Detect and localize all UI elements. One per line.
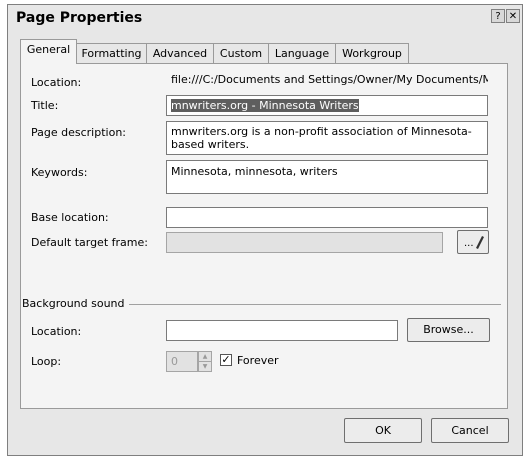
pencil-icon: ...: [464, 236, 484, 249]
title-label: Title:: [31, 99, 59, 112]
tab-formatting[interactable]: Formatting: [76, 43, 147, 63]
base-location-input[interactable]: [166, 207, 488, 228]
close-button[interactable]: ✕: [506, 9, 520, 23]
description-line-2: based writers.: [171, 138, 250, 151]
location-value: file:///C:/Documents and Settings/Owner/…: [166, 70, 488, 91]
help-button[interactable]: ?: [491, 9, 505, 23]
loop-label: Loop:: [31, 355, 62, 368]
general-tab-panel: Location: file:///C:/Documents and Setti…: [20, 63, 508, 409]
page-properties-dialog: Page Properties ? ✕ General Formatting A…: [7, 4, 523, 456]
keywords-label: Keywords:: [31, 166, 88, 179]
spin-up-icon: ▲: [199, 352, 211, 362]
target-frame-picker-button[interactable]: ...: [457, 230, 489, 254]
browse-button[interactable]: Browse...: [407, 318, 490, 342]
tab-advanced[interactable]: Advanced: [146, 43, 214, 63]
ok-button[interactable]: OK: [344, 418, 422, 443]
loop-spinner-buttons: ▲ ▼: [198, 351, 212, 372]
base-location-label: Base location:: [31, 211, 109, 224]
tab-language[interactable]: Language: [268, 43, 336, 63]
forever-checkbox[interactable]: ✓: [220, 354, 232, 366]
dialog-title: Page Properties: [16, 10, 143, 26]
checkmark-icon: ✓: [221, 353, 231, 366]
loop-spinner-input: 0: [166, 351, 198, 372]
sound-location-input[interactable]: [166, 320, 398, 341]
description-line-1: mnwriters.org is a non-profit associatio…: [171, 125, 472, 138]
title-input[interactable]: mnwriters.org - Minnesota Writers: [166, 95, 488, 116]
description-textarea[interactable]: mnwriters.org is a non-profit associatio…: [166, 121, 488, 155]
tab-workgroup[interactable]: Workgroup: [335, 43, 409, 63]
target-frame-input: [166, 232, 443, 253]
description-label: Page description:: [31, 126, 126, 139]
sound-location-label: Location:: [31, 325, 82, 338]
background-sound-heading: Background sound: [22, 297, 129, 310]
svg-text:...: ...: [464, 238, 474, 249]
target-frame-label: Default target frame:: [31, 236, 148, 249]
tab-general[interactable]: General: [20, 39, 77, 64]
title-input-value: mnwriters.org - Minnesota Writers: [171, 99, 359, 112]
tab-custom[interactable]: Custom: [213, 43, 269, 63]
spin-down-icon: ▼: [202, 363, 208, 370]
cancel-button[interactable]: Cancel: [431, 418, 509, 443]
keywords-textarea[interactable]: Minnesota, minnesota, writers: [166, 160, 488, 194]
title-bar: Page Properties ? ✕: [8, 5, 522, 31]
location-label: Location:: [31, 76, 82, 89]
forever-label: Forever: [237, 354, 279, 367]
